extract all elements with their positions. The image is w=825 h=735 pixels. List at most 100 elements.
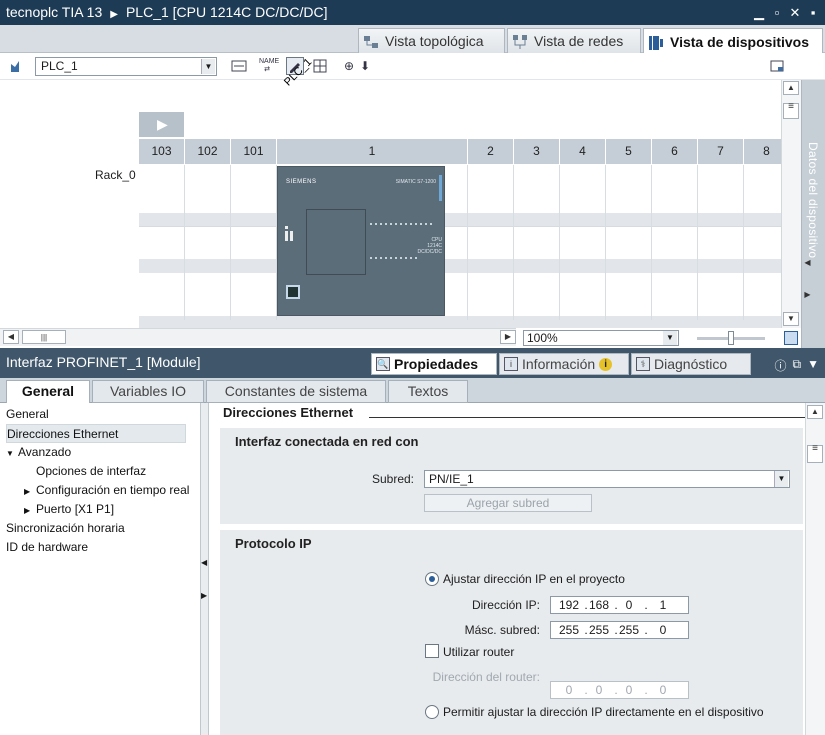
ip-octet: 255 <box>588 623 610 637</box>
subnet-value: PN/IE_1 <box>429 472 474 486</box>
properties-vertical-scrollbar[interactable]: ▲ ≡ <box>805 403 825 735</box>
panel-splitter[interactable]: ◀ ▶ <box>201 403 209 735</box>
ip-octet: 0 <box>625 598 633 612</box>
nav-item-label: ID de hardware <box>6 540 89 554</box>
subnet-select[interactable]: PN/IE_1 ▼ <box>424 470 790 488</box>
info-badge-icon: i <box>599 357 613 371</box>
tab-io-variables[interactable]: Variables IO <box>92 380 204 403</box>
tab-device-view[interactable]: Vista de dispositivos <box>643 28 823 54</box>
scroll-thumb[interactable]: ≡ <box>783 102 799 119</box>
tab-diagnostics[interactable]: ⚕ Diagnóstico <box>631 353 751 375</box>
collapse-arrow-icon[interactable]: ◀ <box>201 558 207 567</box>
chevron-down-icon: ▼ <box>774 471 788 487</box>
scroll-thumb[interactable]: ||| <box>22 330 66 344</box>
scroll-thumb[interactable]: ≡ <box>807 444 823 463</box>
rack-slot[interactable] <box>231 165 277 320</box>
slot-header: 1 <box>277 139 468 164</box>
nav-item[interactable]: Opciones de interfaz <box>24 462 146 481</box>
rack-slot[interactable] <box>139 165 185 320</box>
collapse-arrow-icon[interactable]: ◀ <box>803 258 812 267</box>
ethernet-port-icon[interactable] <box>286 285 300 299</box>
checkbox-label: Utilizar router <box>443 645 515 659</box>
tab-system-constants[interactable]: Constantes de sistema <box>206 380 386 403</box>
tab-label: Propiedades <box>394 356 479 372</box>
expand-arrow-icon[interactable]: ▶ <box>803 290 812 299</box>
expander-icon[interactable]: ▶ <box>24 482 36 501</box>
expander-icon[interactable]: ▶ <box>24 501 36 520</box>
chevron-down-icon[interactable]: ▼ <box>807 357 819 374</box>
minimize-icon[interactable]: ▁ <box>751 5 767 21</box>
router-address-field[interactable]: 0.0.0.0 <box>550 681 689 699</box>
use-router-checkbox[interactable] <box>425 644 439 658</box>
zoom-value: 100% <box>527 331 558 345</box>
rack-slot[interactable] <box>185 165 231 320</box>
zoom-select[interactable]: 100% ▼ <box>523 330 679 346</box>
float-icon[interactable]: ▪ <box>805 5 821 21</box>
device-title: PLC_1 [CPU 1214C DC/DC/DC] <box>125 4 328 20</box>
device-data-side-tab[interactable]: Datos del dispositivo ◀ ▶ <box>801 80 825 348</box>
scroll-down-icon[interactable]: ▼ <box>783 312 799 326</box>
name-label-icon[interactable]: NAME ⇄ <box>258 57 279 75</box>
device-overview-icon[interactable] <box>8 57 26 75</box>
rack-slot[interactable] <box>606 165 652 320</box>
slot-header: 103 <box>139 139 185 164</box>
canvas-vertical-scrollbar[interactable]: ▲ ≡ ▼ <box>781 80 801 328</box>
nav-item[interactable]: Sincronización horaria <box>6 519 125 538</box>
nav-item[interactable]: ▼ Avanzado <box>6 443 71 462</box>
device-select[interactable]: PLC_1 ▼ <box>35 57 217 76</box>
cpu-module[interactable]: SIEMENS SIMATIC S7-1200 CPU 1214C DC/DC/… <box>277 166 445 316</box>
cpu-panel <box>306 209 366 275</box>
tab-information[interactable]: i Información i <box>499 353 629 375</box>
nav-item[interactable]: ▶ Puerto [X1 P1] <box>24 500 114 519</box>
slot-header: 5 <box>606 139 652 164</box>
nav-item-label: Avanzado <box>18 445 72 459</box>
rack-slot[interactable] <box>468 165 514 320</box>
zoom-slider[interactable] <box>697 331 765 345</box>
properties-icon: 🔍 <box>376 357 390 371</box>
radio-set-ip-in-project[interactable] <box>425 572 439 586</box>
nav-item[interactable]: General <box>6 405 49 424</box>
inspector-controls: ⓘ ⧉ ▼ <box>775 357 819 374</box>
scroll-up-icon[interactable]: ▲ <box>783 81 799 95</box>
nav-item[interactable]: ▶ Configuración en tiempo real <box>24 481 189 500</box>
tab-network-view[interactable]: Vista de redes <box>507 28 641 53</box>
scroll-left-icon[interactable]: ◀ <box>3 330 19 344</box>
slot-header: 101 <box>231 139 277 164</box>
info-icon[interactable]: ⓘ <box>775 357 787 374</box>
canvas-horizontal-scrollbar[interactable]: ◀ ||| ▶ <box>0 328 516 346</box>
rack-slot[interactable] <box>652 165 698 320</box>
expander-icon[interactable]: ▼ <box>6 444 18 463</box>
tab-topology-view[interactable]: Vista topológica <box>358 28 505 53</box>
rack-expand-button[interactable]: ▶ <box>139 112 184 137</box>
tab-texts[interactable]: Textos <box>388 380 468 403</box>
rack-slot[interactable] <box>514 165 560 320</box>
tab-general[interactable]: General <box>6 380 90 404</box>
restore-icon[interactable]: ⧉ <box>793 357 802 374</box>
scroll-up-icon[interactable]: ▲ <box>807 405 823 419</box>
grid-icon[interactable] <box>311 57 329 75</box>
nav-item[interactable]: ID de hardware <box>6 538 88 557</box>
ip-address-field[interactable]: 192. 168. 0. 1 <box>550 596 689 614</box>
view-tab-bar: Vista topológica Vista de redes Vista de… <box>0 25 825 54</box>
close-icon[interactable]: ✕ <box>787 5 803 21</box>
status-led-bar <box>439 175 442 201</box>
device-data-icon[interactable] <box>230 57 248 75</box>
nav-item-label: Puerto [X1 P1] <box>36 502 115 516</box>
restore-icon[interactable]: ▫ <box>769 5 785 21</box>
overview-navigation-icon[interactable] <box>784 331 798 345</box>
download-icon[interactable]: ⬇ <box>356 57 374 75</box>
add-subnet-button[interactable]: Agregar subred <box>424 494 592 512</box>
overview-icon[interactable] <box>768 57 786 75</box>
radio-label: Ajustar dirección IP en el proyecto <box>443 572 625 586</box>
expand-arrow-icon[interactable]: ▶ <box>201 591 207 600</box>
radio-set-ip-on-device[interactable] <box>425 705 439 719</box>
rack-slot[interactable] <box>560 165 606 320</box>
subnet-mask-field[interactable]: 255. 255. 255. 0 <box>550 621 689 639</box>
tab-properties[interactable]: 🔍 Propiedades <box>371 353 497 375</box>
scroll-right-icon[interactable]: ▶ <box>500 330 516 344</box>
slider-handle[interactable] <box>728 331 734 345</box>
breadcrumb-arrow-icon: ▶ <box>110 9 118 20</box>
slot-header: 102 <box>185 139 231 164</box>
rack-slot[interactable] <box>698 165 744 320</box>
nav-item[interactable]: Direcciones Ethernet <box>6 424 186 443</box>
